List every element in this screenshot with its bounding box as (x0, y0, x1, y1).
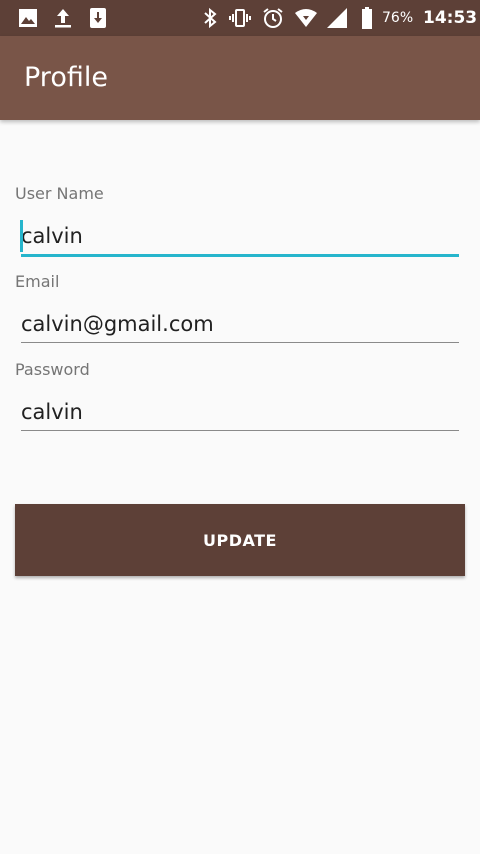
update-button[interactable]: UPDATE (15, 504, 465, 576)
username-label: User Name (15, 184, 104, 203)
download-icon (86, 6, 110, 30)
profile-screen: 76% 14:53 Profile User Name Email Passwo… (0, 0, 480, 854)
image-icon (16, 6, 40, 30)
alarm-icon (261, 6, 285, 30)
password-underline (21, 430, 459, 431)
page-title: Profile (24, 62, 108, 93)
battery-percent: 76% (382, 10, 414, 26)
app-bar: Profile (0, 36, 480, 120)
username-field[interactable] (21, 216, 459, 256)
email-label: Email (15, 272, 60, 291)
battery-icon (355, 6, 379, 30)
email-field[interactable] (21, 304, 459, 344)
wifi-icon (294, 6, 318, 30)
email-underline (21, 342, 459, 343)
upload-icon (51, 6, 75, 30)
status-time: 14:53 (423, 8, 478, 28)
status-bar: 76% 14:53 (0, 0, 480, 36)
signal-icon (325, 6, 349, 30)
username-underline (21, 254, 459, 257)
vibrate-icon (228, 6, 252, 30)
password-label: Password (15, 360, 90, 379)
password-field[interactable] (21, 392, 459, 432)
text-cursor (20, 220, 23, 252)
bluetooth-icon (198, 6, 222, 30)
